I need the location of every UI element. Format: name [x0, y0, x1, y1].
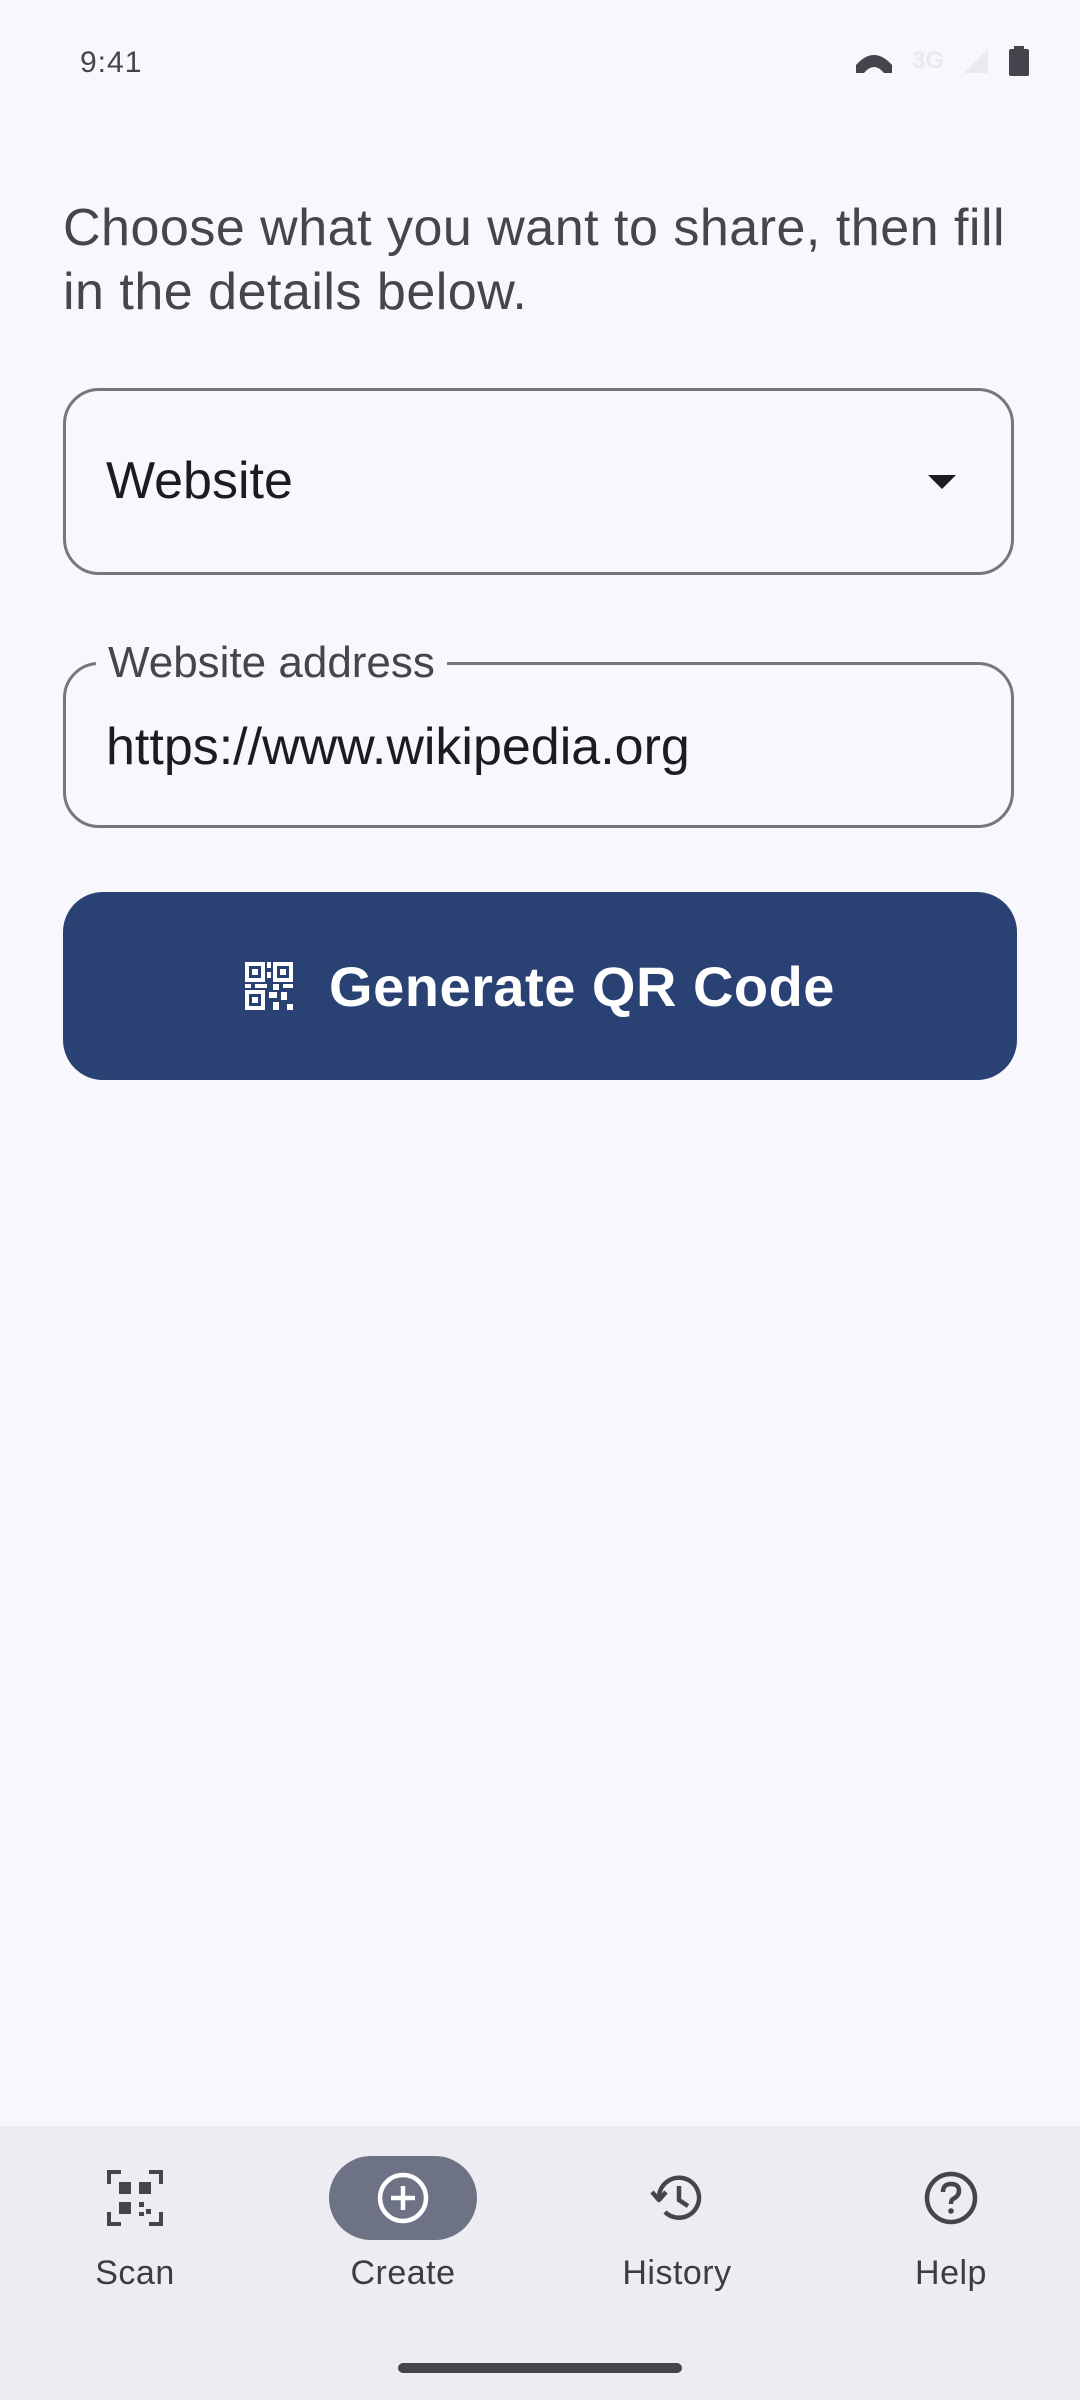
nav-item-scan[interactable]: Scan: [0, 2156, 270, 2316]
nav-item-create[interactable]: Create: [268, 2156, 538, 2316]
nav-icon-container: [603, 2156, 751, 2240]
privacy-eye-icon: [855, 55, 892, 73]
intro-text: Choose what you want to share, then fill…: [63, 199, 1006, 321]
help-icon: [924, 2171, 978, 2225]
website-address-field[interactable]: Website address https://www.wikipedia.or…: [63, 635, 1014, 828]
nav-item-history[interactable]: History: [542, 2156, 812, 2316]
generate-qr-button[interactable]: Generate QR Code: [63, 892, 1017, 1080]
status-time: 9:41: [80, 46, 143, 79]
nav-label-history: History: [622, 2254, 732, 2292]
signal-icon: [964, 49, 988, 73]
home-indicator[interactable]: [398, 2363, 682, 2373]
dropdown-selected-value: Website: [106, 452, 293, 510]
nav-icon-container: [877, 2156, 1025, 2240]
nav-item-help[interactable]: Help: [816, 2156, 1080, 2316]
nav-label-help: Help: [915, 2254, 987, 2292]
battery-icon: [1009, 46, 1029, 76]
nav-label-create: Create: [350, 2254, 456, 2292]
dropdown-arrow-icon: [928, 475, 956, 489]
status-icons: 3G: [854, 46, 1030, 76]
history-icon: [650, 2175, 702, 2220]
website-address-label: Website address: [96, 635, 447, 691]
qr-code-icon: [245, 962, 294, 1010]
qr-scan-icon: [107, 2170, 163, 2226]
network-type: 3G: [911, 47, 944, 74]
website-address-value[interactable]: https://www.wikipedia.org: [106, 717, 690, 777]
nav-label-scan: Scan: [95, 2254, 175, 2292]
content-type-dropdown[interactable]: Website: [63, 388, 1014, 575]
add-circle-icon: [377, 2172, 429, 2224]
status-bar: 9:41 3G: [0, 0, 1080, 130]
bottom-navigation: Scan Create History Help: [0, 2126, 1080, 2400]
nav-icon-container: [61, 2156, 209, 2240]
generate-qr-label: Generate QR Code: [329, 954, 835, 1018]
nav-active-indicator: [329, 2156, 477, 2240]
